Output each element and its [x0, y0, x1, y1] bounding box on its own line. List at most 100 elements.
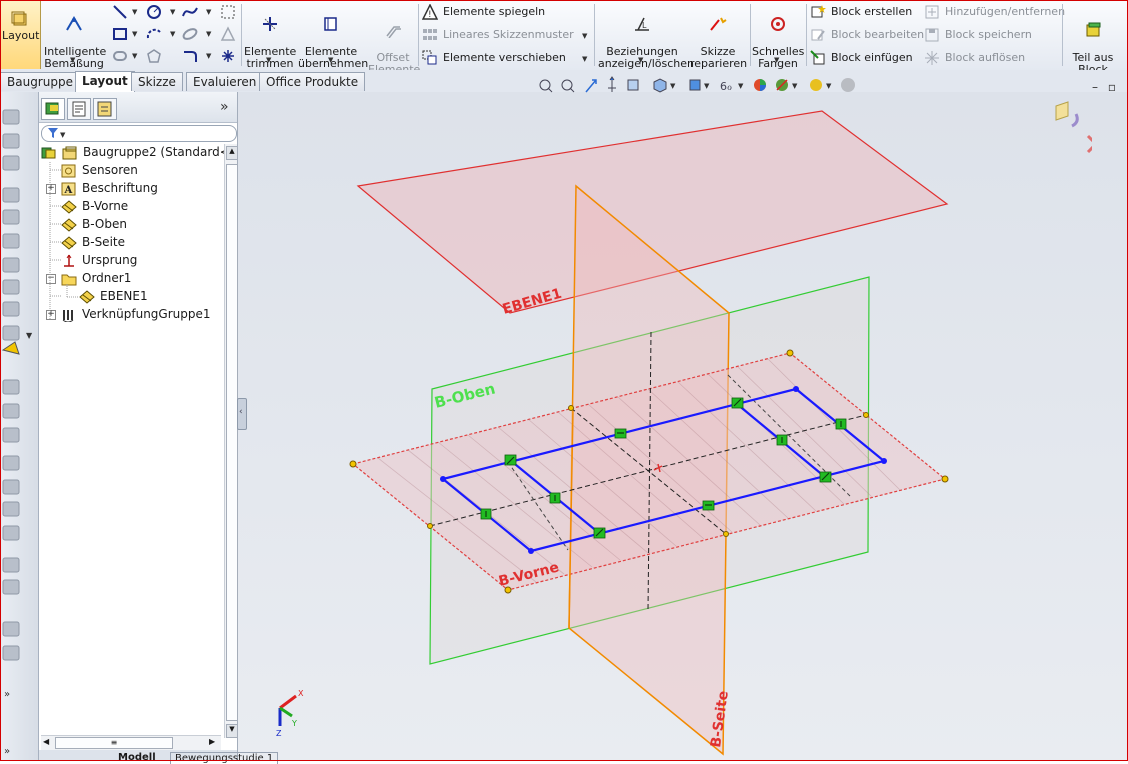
ellipse-icon[interactable]: [182, 26, 198, 42]
tab-modell[interactable]: Modell: [118, 752, 156, 763]
block-add-remove-label: Hinzufügen/entfernen: [945, 5, 1066, 18]
tab-baugruppe[interactable]: Baugruppe: [0, 72, 80, 91]
left-tool-icon: [2, 557, 20, 573]
linear-pattern-dropdown-caret[interactable]: ▼: [582, 32, 587, 40]
move-entities-button[interactable]: Elemente verschieben: [422, 50, 566, 66]
triad-x-label: X: [298, 689, 304, 698]
repair-sketch-icon: [710, 17, 727, 31]
tab-layout[interactable]: Layout: [75, 71, 135, 92]
line-icon[interactable]: [112, 4, 128, 20]
triad-z-label: Z: [276, 729, 282, 738]
triad-y-label: Y: [291, 719, 297, 728]
circle-dropdown-caret[interactable]: ▼: [170, 8, 175, 16]
tree-item-label: VerknüpfungGruppe1: [82, 307, 211, 321]
fillet-dropdown-caret[interactable]: ▼: [206, 52, 211, 60]
tree-connector-lines: [49, 162, 79, 320]
arc-dropdown-caret[interactable]: ▼: [170, 30, 175, 38]
propertymanager-tab[interactable]: [67, 98, 91, 120]
slot-dropdown-caret[interactable]: ▼: [132, 52, 137, 60]
filter-icon: ▼: [48, 128, 66, 139]
smart-dimension-dropdown-caret[interactable]: ▼: [70, 56, 75, 64]
block-create-button[interactable]: Block erstellen: [810, 4, 912, 20]
hide-show-caret: ▼: [704, 82, 710, 90]
convert-entities-icon: [324, 17, 337, 31]
propertymanager-icon: [72, 101, 86, 117]
convert-entities-dropdown-caret[interactable]: ▼: [328, 56, 333, 64]
apply-scene-caret: ▼: [792, 82, 798, 90]
tree-item-label: B-Vorne: [82, 199, 129, 213]
left-tool-active-icon: [1, 341, 20, 355]
left-tool-icon: [2, 579, 20, 595]
tree-item-label: Sensoren: [82, 163, 138, 177]
tree-horizontal-scrollbar[interactable]: ◀ ≡ ▶: [41, 735, 221, 750]
section-view-icon: [608, 76, 616, 92]
rectangle-dropdown-caret[interactable]: ▼: [132, 30, 137, 38]
tab-bewegungsstudie[interactable]: Bewegungsstudie 1: [170, 752, 279, 764]
block-explode-button[interactable]: Block auflösen: [924, 50, 1025, 66]
tree-item-label: B-Oben: [82, 217, 127, 231]
scroll-up-button[interactable]: ▲: [226, 146, 238, 160]
featuremanager-icon: [45, 102, 59, 115]
spline-icon[interactable]: [182, 4, 198, 20]
layout-toggle-button[interactable]: Layout: [0, 0, 41, 69]
rectangle-icon[interactable]: [112, 26, 128, 42]
left-tool-icon: [2, 525, 20, 541]
ellipse-dropdown-caret[interactable]: ▼: [206, 30, 211, 38]
hide-show-items-caret: ▼: [738, 82, 744, 90]
block-save-button[interactable]: Block speichern: [924, 27, 1032, 43]
view-settings-caret: ▼: [826, 82, 832, 90]
arc-icon[interactable]: [146, 26, 162, 42]
block-edit-button[interactable]: Block bearbeiten: [810, 27, 924, 43]
plane-icon: [79, 289, 95, 304]
offset-entities-icon: [386, 26, 401, 38]
left-tool-icon: [2, 301, 20, 317]
offset-entities-button[interactable]: Offset Elemente: [368, 12, 420, 76]
tab-office-produkte[interactable]: Office Produkte: [259, 72, 366, 91]
linear-pattern-button[interactable]: Lineares Skizzenmuster: [422, 27, 574, 43]
left-toolbar-expand-icon: »: [4, 689, 10, 700]
circle-icon[interactable]: [146, 4, 162, 20]
previous-view-icon: [585, 79, 597, 93]
point-select-icon[interactable]: [220, 4, 236, 20]
svg-text:L: L: [642, 21, 647, 30]
line-dropdown-caret[interactable]: ▼: [132, 8, 137, 16]
move-entities-dropdown-caret[interactable]: ▼: [582, 55, 587, 63]
featuremanager-tab[interactable]: [41, 98, 65, 120]
quick-snaps-dropdown-caret[interactable]: ▼: [774, 56, 779, 64]
view-orientation-icon: [627, 79, 639, 91]
scroll-right-button[interactable]: ▶: [209, 737, 215, 746]
feature-manager-tabs: »: [39, 92, 237, 123]
horizontal-scroll-thumb[interactable]: ≡: [55, 737, 173, 749]
tree-vertical-scrollbar[interactable]: ▲ ▼: [224, 144, 238, 738]
spline-dropdown-caret[interactable]: ▼: [206, 8, 211, 16]
tab-evaluieren[interactable]: Evaluieren: [186, 72, 264, 91]
left-toolbar-icons: ▼ » »: [1, 109, 33, 757]
sketch-point-icon[interactable]: [220, 48, 236, 64]
fillet-icon[interactable]: [182, 48, 198, 64]
hide-show-icon: [689, 79, 701, 91]
left-tool-caret: ▼: [26, 331, 33, 340]
tree-filter-input[interactable]: ▼: [41, 125, 237, 142]
left-tool-icon: [2, 379, 20, 395]
scroll-thumb[interactable]: [226, 164, 238, 721]
tree-item-label: Beschriftung: [82, 181, 158, 195]
scroll-left-button[interactable]: ◀: [43, 737, 49, 746]
display-relations-label: Beziehungen anzeigen/löschen: [598, 45, 695, 70]
block-insert-button[interactable]: Block einfügen: [810, 50, 913, 66]
scroll-down-button[interactable]: ▼: [226, 724, 238, 738]
svg-text:!: !: [428, 10, 432, 20]
tree-item-ebene1[interactable]: EBENE1: [79, 287, 148, 305]
slot-icon[interactable]: [112, 48, 128, 64]
panel-expand-icon[interactable]: »: [220, 99, 229, 115]
block-add-remove-button[interactable]: Hinzufügen/entfernen: [924, 4, 1065, 20]
left-tool-icon: [2, 403, 20, 419]
relations-dropdown-caret[interactable]: ▼: [638, 56, 643, 64]
trim-dropdown-caret[interactable]: ▼: [266, 56, 271, 64]
polygon-icon[interactable]: [146, 48, 162, 64]
configurationmanager-tab[interactable]: [93, 98, 117, 120]
tab-skizze[interactable]: Skizze: [131, 72, 183, 91]
tree-item-verknuepfunggruppe1[interactable]: VerknüpfungGruppe1: [61, 305, 211, 323]
mirror-entities-button[interactable]: ! Elemente spiegeln: [422, 4, 545, 20]
repair-sketch-button[interactable]: Skizze reparieren: [690, 4, 747, 70]
mirror-entities-label: Elemente spiegeln: [443, 5, 546, 18]
